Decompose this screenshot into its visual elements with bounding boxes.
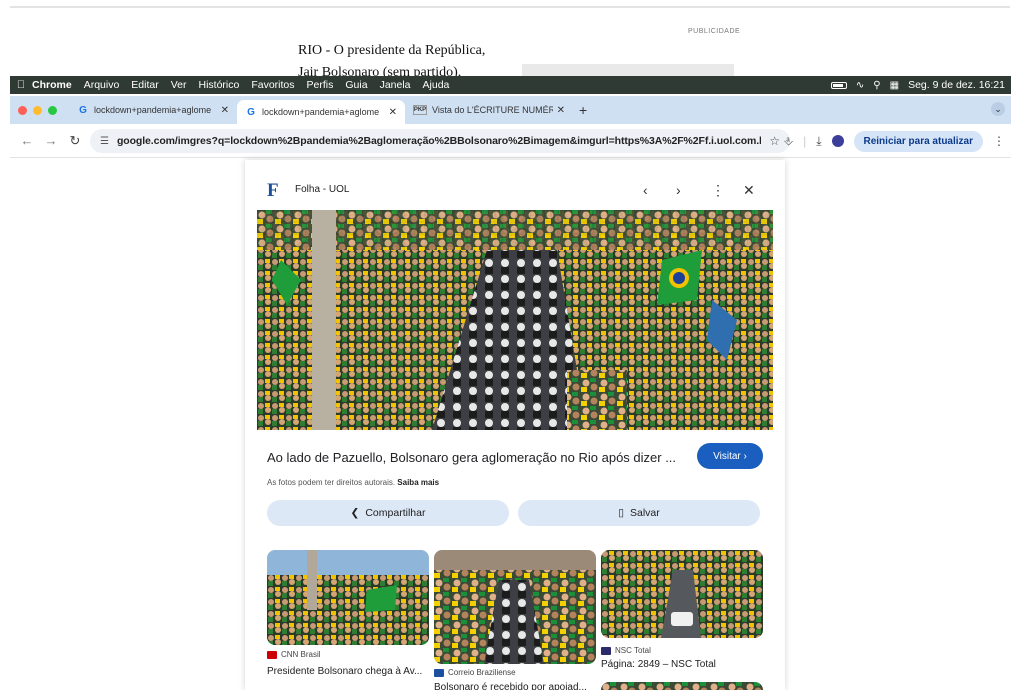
bookmark-icon: ▯ [618, 507, 624, 519]
google-favicon-icon: G [247, 106, 255, 118]
menu-item-ver[interactable]: Ver [171, 79, 187, 91]
crowd-photo [257, 210, 773, 430]
tab-title: Vista do L'ÉCRITURE NUMÉR [432, 105, 553, 115]
related-photo [601, 682, 763, 690]
ad-label: PUBLICIDADE [688, 28, 741, 35]
spotlight-search-icon[interactable]: ⚲ [873, 80, 880, 91]
copyright-notice: As fotos podem ter direitos autorais. Sa… [267, 478, 439, 487]
wifi-icon[interactable]: ∿ [856, 80, 864, 91]
viewer-header: F Folha - UOL ‹ › ⋮ ✕ [245, 160, 785, 208]
related-photo [601, 550, 763, 638]
share-button[interactable]: ❮ Compartilhar [267, 500, 509, 526]
new-tab-icon[interactable]: + [579, 102, 587, 118]
tab-title: lockdown+pandemia+aglome [262, 107, 380, 117]
close-tab-icon[interactable]: ✕ [389, 107, 397, 118]
related-source-name: Correio Braziliense [448, 668, 516, 677]
related-image-4[interactable] [601, 682, 763, 690]
related-source-name: NSC Total [615, 646, 651, 655]
save-label: Salvar [630, 507, 660, 519]
site-settings-icon[interactable]: ☰ [100, 136, 109, 147]
window-controls [18, 105, 57, 115]
bookmark-star-icon[interactable]: ☆ [769, 134, 780, 148]
toolbar-separator: | [803, 134, 807, 148]
related-source-1: CNN Brasil [267, 650, 321, 659]
related-source-3: NSC Total [601, 646, 651, 655]
menu-app-name[interactable]: Chrome [32, 79, 72, 91]
previous-chevron-icon[interactable]: ‹ [643, 182, 648, 198]
reload-icon[interactable]: ↻ [68, 133, 82, 149]
related-image-1[interactable] [267, 550, 429, 645]
menu-item-janela[interactable]: Janela [380, 79, 411, 91]
related-photo [434, 550, 596, 664]
folha-logo: F [267, 180, 279, 201]
image-caption[interactable]: Ao lado de Pazuello, Bolsonaro gera aglo… [267, 450, 676, 465]
back-arrow-icon[interactable]: ← [20, 133, 34, 148]
tab-1[interactable]: G lockdown+pandemia+aglome ✕ [69, 99, 237, 121]
related-title-1[interactable]: Presidente Bolsonaro chega à Av... [267, 666, 422, 677]
profile-avatar[interactable] [831, 135, 844, 147]
close-tab-icon[interactable]: ✕ [557, 105, 565, 116]
restart-to-update-button[interactable]: Reiniciar para atualizar [853, 130, 983, 152]
menu-item-favoritos[interactable]: Favoritos [251, 79, 294, 91]
related-image-2[interactable] [434, 550, 596, 664]
menu-datetime[interactable]: Seg. 9 de dez. 16:21 [908, 79, 1005, 91]
close-window-button[interactable] [18, 105, 27, 115]
browser-toolbar: ← → ↻ ☰ google.com/imgres?q=lockdown%2Bp… [10, 124, 1011, 158]
related-title-3[interactable]: Página: 2849 – NSC Total [601, 659, 716, 670]
apple-icon[interactable]:  [10, 79, 32, 91]
menu-item-historico[interactable]: Histórico [199, 79, 240, 91]
tab-3[interactable]: PKP Vista do L'ÉCRITURE NUMÉR ✕ [405, 99, 573, 121]
tab-strip: G lockdown+pandemia+aglome ✕ G lockdown+… [10, 96, 1011, 124]
image-viewer-panel: F Folha - UOL ‹ › ⋮ ✕ Ao lado de Pazuell… [245, 160, 785, 690]
minimize-window-button[interactable] [33, 105, 42, 115]
close-icon[interactable]: ✕ [743, 182, 755, 199]
share-label: Compartilhar [365, 507, 426, 519]
menu-item-editar[interactable]: Editar [131, 79, 158, 91]
tab-search-chevron-icon[interactable]: ⌄ [991, 102, 1005, 116]
menu-item-guia[interactable]: Guia [345, 79, 367, 91]
next-chevron-icon[interactable]: › [676, 182, 681, 198]
related-title-2[interactable]: Bolsonaro é recebido por apoiad... [434, 682, 587, 690]
extensions-puzzle-icon[interactable]: ⎀ [783, 134, 793, 149]
browser-menu-icon[interactable]: ⋮ [993, 134, 1005, 148]
related-source-name: CNN Brasil [281, 650, 321, 659]
menu-item-ajuda[interactable]: Ajuda [423, 79, 450, 91]
menu-item-arquivo[interactable]: Arquivo [84, 79, 120, 91]
cnn-logo-icon [267, 650, 277, 659]
save-button[interactable]: ▯ Salvar [518, 500, 760, 526]
battery-icon[interactable] [830, 81, 847, 89]
control-center-icon[interactable]: ▦ [890, 80, 899, 91]
correio-logo-icon [434, 668, 444, 677]
related-image-3[interactable] [601, 550, 763, 638]
rights-text: As fotos podem ter direitos autorais. [267, 478, 396, 487]
download-icon[interactable]: ⤓ [816, 134, 821, 149]
related-photo [267, 550, 429, 645]
pkp-favicon-icon: PKP [413, 105, 427, 115]
source-name[interactable]: Folha - UOL [295, 184, 349, 195]
menu-item-perfis[interactable]: Perfis [307, 79, 334, 91]
address-bar[interactable]: ☰ google.com/imgres?q=lockdown%2Bpandemi… [90, 129, 790, 153]
main-image[interactable] [257, 210, 773, 430]
article-line-1: RIO - O presidente da República, [298, 43, 486, 58]
tab-2-active[interactable]: G lockdown+pandemia+aglome ✕ [237, 100, 405, 124]
google-favicon-icon: G [79, 104, 87, 116]
url-text[interactable]: google.com/imgres?q=lockdown%2Bpandemia%… [117, 135, 761, 147]
page-divider [10, 6, 1010, 8]
tab-title: lockdown+pandemia+aglome [94, 105, 212, 115]
share-icon: ❮ [350, 507, 360, 519]
visit-button[interactable]: Visitar › [697, 443, 763, 469]
forward-arrow-icon[interactable]: → [44, 133, 58, 148]
related-source-2: Correio Braziliense [434, 668, 516, 677]
close-tab-icon[interactable]: ✕ [221, 105, 229, 116]
nsc-logo-icon [601, 646, 611, 655]
learn-more-link[interactable]: Saiba mais [397, 478, 439, 487]
more-options-icon[interactable]: ⋮ [711, 182, 725, 199]
menu-bar:  Chrome Arquivo Editar Ver Histórico Fa… [10, 76, 1011, 94]
zoom-window-button[interactable] [48, 105, 57, 115]
